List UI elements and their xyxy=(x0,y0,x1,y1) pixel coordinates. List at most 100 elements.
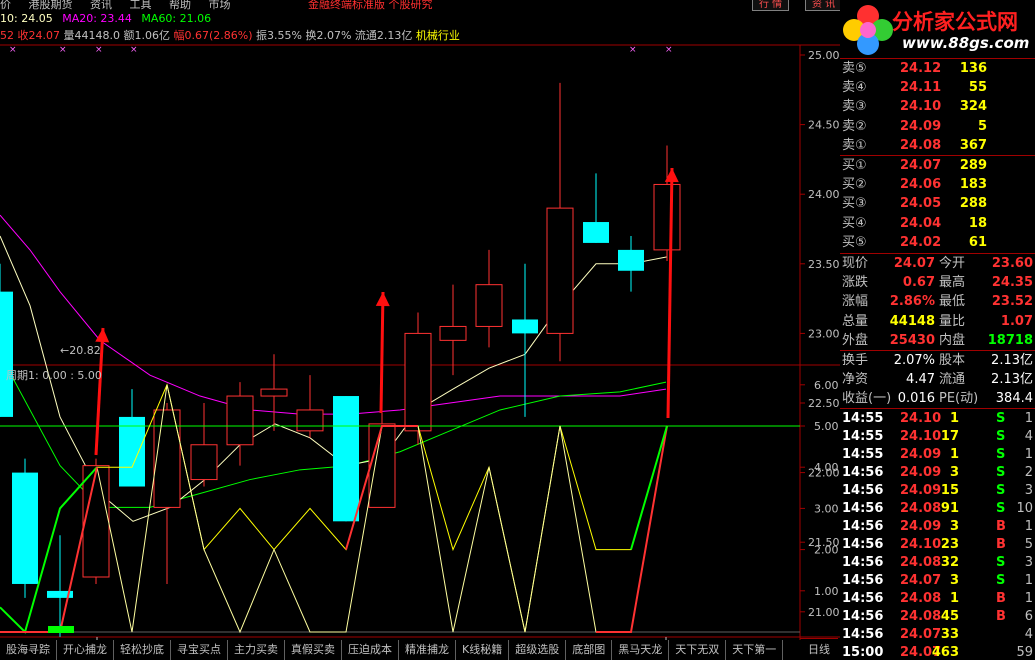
stat-value: 23.60 xyxy=(991,256,1033,271)
tick-side: S xyxy=(996,573,1006,588)
candle-body-up xyxy=(82,465,110,578)
candle-body-down xyxy=(583,222,609,243)
formula-tab[interactable]: 开心捕龙 xyxy=(57,640,114,660)
tick-volume: 1 xyxy=(949,411,959,426)
ask-volume: 367 xyxy=(959,137,987,153)
stat-value: 23.52 xyxy=(991,294,1033,310)
formula-tab[interactable]: 超级选股 xyxy=(509,640,567,660)
tick-count: 1 xyxy=(1024,447,1033,462)
brand-logo: 分析家公式网 www.88gs.com xyxy=(840,0,1035,58)
tick-volume: 23 xyxy=(940,537,959,552)
ask-price: 24.09 xyxy=(900,118,942,134)
ask-row: 卖⑤ 24.12 136 xyxy=(840,60,1035,78)
tick-time: 15:00 xyxy=(842,645,884,660)
stat-label: 总量 xyxy=(842,313,869,329)
formula-tab[interactable]: 天下无双 xyxy=(669,640,727,660)
stat-value: 0.67 xyxy=(902,275,935,291)
signal-mark: × xyxy=(629,45,637,55)
formula-tab[interactable]: 精准捕龙 xyxy=(399,640,456,660)
bid-volume: 289 xyxy=(959,158,987,173)
formula-tab[interactable]: K线秘籍 xyxy=(456,640,510,660)
fund-value: 2.13亿 xyxy=(991,372,1033,387)
quote-stat-row: 现价 24.07 今开 23.60 xyxy=(840,255,1035,273)
formula-tab[interactable]: 压迫成本 xyxy=(342,640,399,660)
tick-time: 14:55 xyxy=(842,429,884,444)
tick-row: 14:56 24.09 15 S 3 xyxy=(840,482,1035,500)
fund-label: 净资 xyxy=(842,372,869,387)
kline-chart[interactable]: 25.0024.5024.0023.5023.0022.5022.0021.50… xyxy=(0,0,840,660)
indicator-axis-label: 2.00 xyxy=(814,544,839,557)
tick-side: S xyxy=(996,429,1006,444)
tick-count: 10 xyxy=(1016,501,1033,516)
stat-value: 24.35 xyxy=(991,275,1033,291)
tick-count: 59 xyxy=(1016,645,1033,660)
quote-panel: 卖⑤ 24.12 136 卖④ 24.11 55 卖③ 24.10 324 卖② 24.09 5 卖① 2… xyxy=(840,58,1035,660)
signal-arrowhead xyxy=(375,292,390,307)
stat-value: 25430 xyxy=(889,332,935,348)
formula-tab[interactable]: 轻松抄底 xyxy=(114,640,171,660)
tick-count: 4 xyxy=(1024,627,1033,642)
fund-label: 股本 xyxy=(939,353,966,368)
indicator-axis-label: 1.00 xyxy=(814,585,839,598)
quote-stat-row: 总量 44148 量比 1.07 xyxy=(840,313,1035,331)
fundamental-row: 收益(一) 0.016 PE(动) 384.4 xyxy=(840,390,1035,408)
bid-row: 买① 24.07 289 xyxy=(840,157,1035,175)
tick-count: 1 xyxy=(1024,411,1033,426)
tick-side: S xyxy=(996,501,1006,516)
tick-time: 14:56 xyxy=(842,537,884,552)
bid-label: 买② xyxy=(842,177,867,193)
fund-value: 2.13亿 xyxy=(991,353,1033,368)
bid-row: 买④ 24.04 18 xyxy=(840,215,1035,233)
tick-row: 14:55 24.10 1 S 1 xyxy=(840,410,1035,428)
tick-row: 14:56 24.07 33 4 xyxy=(840,626,1035,644)
trend-red-segment xyxy=(596,425,668,633)
tick-side: S xyxy=(996,411,1006,426)
bid-volume: 18 xyxy=(968,215,987,231)
signal-mark: × xyxy=(95,45,103,55)
tick-volume: 3 xyxy=(949,573,959,588)
tick-side: S xyxy=(996,483,1006,498)
ask-volume: 5 xyxy=(977,118,987,134)
bid-price: 24.07 xyxy=(900,158,942,173)
formula-tab[interactable]: 主力买卖 xyxy=(228,640,285,660)
tick-price: 24.10 xyxy=(900,537,942,552)
fund-value: 2.07% xyxy=(893,353,935,368)
fund-value: 384.4 xyxy=(995,391,1033,406)
formula-tab[interactable]: 黑马天龙 xyxy=(612,640,670,660)
price-axis-label: 23.00 xyxy=(808,327,840,340)
ask-row: 卖④ 24.11 55 xyxy=(840,79,1035,97)
candle-body-down xyxy=(12,472,38,584)
tick-price: 24.08 xyxy=(900,591,942,606)
ask-label: 卖① xyxy=(842,137,867,153)
tick-side: S xyxy=(996,555,1006,570)
fund-label: PE(动) xyxy=(939,391,979,406)
period-daily-button[interactable]: 日线 xyxy=(800,638,838,660)
ask-row: 卖① 24.08 367 xyxy=(840,137,1035,155)
ask-price: 24.12 xyxy=(900,61,942,76)
tick-price: 24.07 xyxy=(900,627,942,642)
formula-tab[interactable]: 寻宝买点 xyxy=(171,640,228,660)
brand-url: www.88gs.com xyxy=(902,34,1030,52)
stat-label: 涨幅 xyxy=(842,294,869,310)
tick-time: 14:55 xyxy=(842,411,884,426)
tick-volume: 3 xyxy=(949,519,959,534)
bid-volume: 288 xyxy=(959,196,987,212)
quote-stat-row: 涨幅 2.86% 最低 23.52 xyxy=(840,293,1035,311)
tick-side: B xyxy=(996,609,1006,624)
tick-time: 14:56 xyxy=(842,591,884,606)
fund-value: 4.47 xyxy=(906,372,935,387)
formula-tab[interactable]: 股海寻踪 xyxy=(0,640,57,660)
tick-price: 24.10 xyxy=(900,429,942,444)
formula-tab[interactable]: 天下第一 xyxy=(726,640,784,660)
formula-tab[interactable]: 底部图 xyxy=(566,640,613,660)
bid-price: 24.02 xyxy=(900,234,942,250)
stat-value: 2.86% xyxy=(889,294,935,310)
bid-label: 买⑤ xyxy=(842,234,867,250)
tick-row: 14:56 24.08 32 S 3 xyxy=(840,554,1035,572)
ask-label: 卖② xyxy=(842,118,867,134)
formula-tab[interactable]: 真假买卖 xyxy=(285,640,342,660)
bid-label: 买④ xyxy=(842,215,867,231)
candle-body-down xyxy=(618,249,644,271)
bid-price: 24.05 xyxy=(900,196,942,212)
bid-volume: 183 xyxy=(959,177,987,193)
